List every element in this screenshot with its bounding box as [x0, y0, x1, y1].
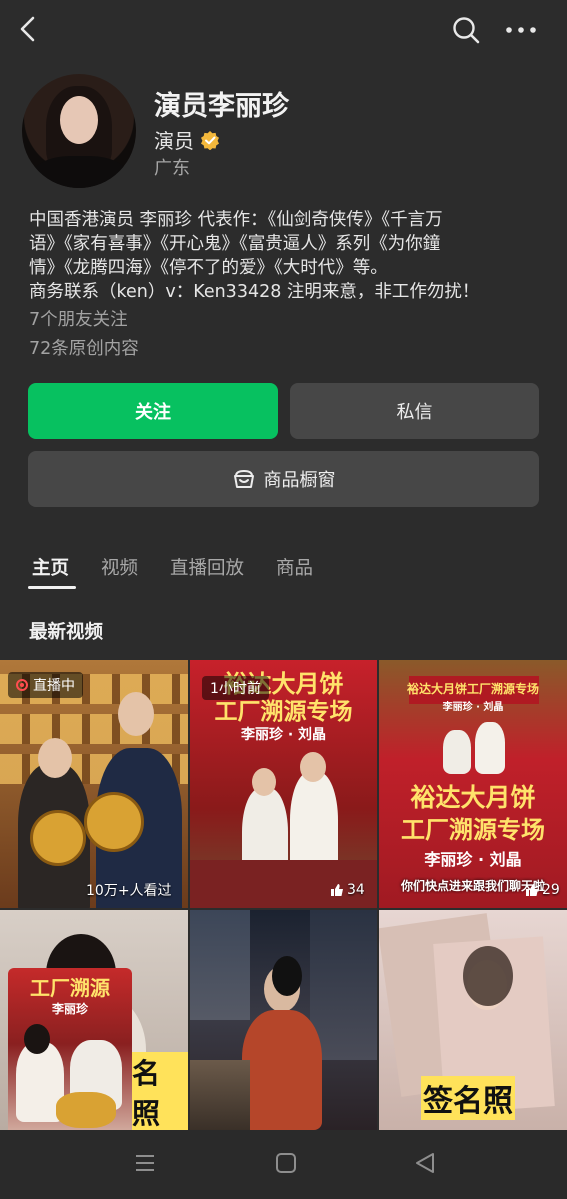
profile-bio: 中国香港演员 李丽珍 代表作：《仙剑奇侠传》《千言万 语》《家有喜事》《开心鬼》… — [29, 208, 539, 304]
bio-line: 语》《家有喜事》《开心鬼》《富贵逼人》系列《为你鐘 — [29, 234, 441, 254]
shop-label: 商品橱窗 — [263, 470, 336, 491]
recent-apps-icon[interactable] — [134, 1152, 156, 1174]
thumb-big-banner: 裕达大月饼 — [410, 783, 536, 812]
profile-role: 演员 — [154, 125, 220, 154]
like-count: 34 — [330, 882, 365, 898]
avatar[interactable] — [22, 74, 136, 188]
profile-region: 广东 — [154, 158, 190, 179]
role-label: 演员 — [154, 129, 194, 153]
thumbs-up-icon — [331, 884, 343, 896]
viewer-count: 10万+人看过 — [86, 883, 172, 899]
live-dot-icon — [16, 679, 28, 691]
profile-stats: 7个朋友关注 72条原创内容 — [29, 306, 139, 364]
thumb-overlay: 名照 — [130, 1052, 188, 1130]
profile-header: 演员李丽珍 演员 广东 — [22, 74, 542, 194]
video-thumbnail[interactable]: 裕达大月饼 工厂溯源专场 李丽珍 · 刘晶 1小时前 34 — [190, 660, 377, 908]
thumb-names: 李丽珍 · 刘晶 — [240, 727, 327, 743]
like-count: 29 — [525, 882, 560, 898]
thumb-big-names: 李丽珍 · 刘晶 — [424, 850, 522, 869]
tab-live-replay[interactable]: 直播回放 — [170, 554, 244, 594]
thumb-overlay: 签名照 — [421, 1076, 515, 1120]
like-count-value: 29 — [542, 882, 560, 898]
profile-name: 演员李丽珍 — [154, 91, 289, 122]
video-thumbnail[interactable]: 裕达大月饼工厂溯源专场 李丽珍 · 刘晶 裕达大月饼 工厂溯源专场 李丽珍 · … — [379, 660, 567, 908]
home-icon[interactable] — [275, 1152, 297, 1174]
video-thumbnail[interactable]: 直播中 10万+人看过 — [0, 660, 188, 908]
like-count-value: 34 — [347, 882, 365, 898]
more-dots-icon[interactable] — [504, 18, 538, 42]
pip-names: 李丽珍 — [51, 1002, 88, 1016]
thumb-banner: 裕达大月饼工厂溯源专场 — [406, 682, 539, 696]
follow-button[interactable]: 关注 — [28, 383, 278, 439]
shop-icon — [233, 469, 254, 488]
pip-banner: 工厂溯源 — [30, 976, 110, 1000]
tab-products[interactable]: 商品 — [276, 554, 313, 594]
verified-badge-icon — [201, 130, 219, 150]
search-icon[interactable] — [450, 14, 482, 46]
back-nav-icon[interactable] — [414, 1152, 436, 1174]
time-badge: 1小时前 — [202, 676, 269, 700]
shop-window-button[interactable]: 商品橱窗 — [28, 451, 539, 507]
original-content-count: 72条原创内容 — [29, 339, 139, 359]
tab-underline — [28, 586, 76, 589]
message-button[interactable]: 私信 — [290, 383, 539, 439]
video-thumbnail[interactable]: 签名照 — [379, 910, 567, 1130]
thumb-big-banner: 工厂溯源专场 — [401, 815, 545, 844]
bio-line: 情》《龙腾四海》《停不了的爱》《大时代》等。 — [29, 258, 388, 278]
top-bar — [0, 0, 567, 62]
system-nav-bar — [0, 1130, 567, 1199]
live-badge: 直播中 — [8, 672, 83, 698]
thumb-names: 李丽珍 · 刘晶 — [442, 702, 504, 713]
friends-following[interactable]: 7个朋友关注 — [29, 306, 139, 335]
live-badge-label: 直播中 — [33, 678, 75, 694]
chevron-left-icon[interactable] — [14, 14, 44, 44]
latest-videos-title: 最新视频 — [29, 622, 104, 643]
bio-line: 商务联系（ken）v：Ken33428 注明来意，非工作勿扰！ — [29, 282, 480, 302]
bio-line: 中国香港演员 李丽珍 代表作：《仙剑奇侠传》《千言万 — [29, 210, 443, 230]
video-thumbnail[interactable] — [190, 910, 377, 1130]
thumbs-up-icon — [526, 884, 538, 896]
tab-videos[interactable]: 视频 — [101, 554, 138, 594]
